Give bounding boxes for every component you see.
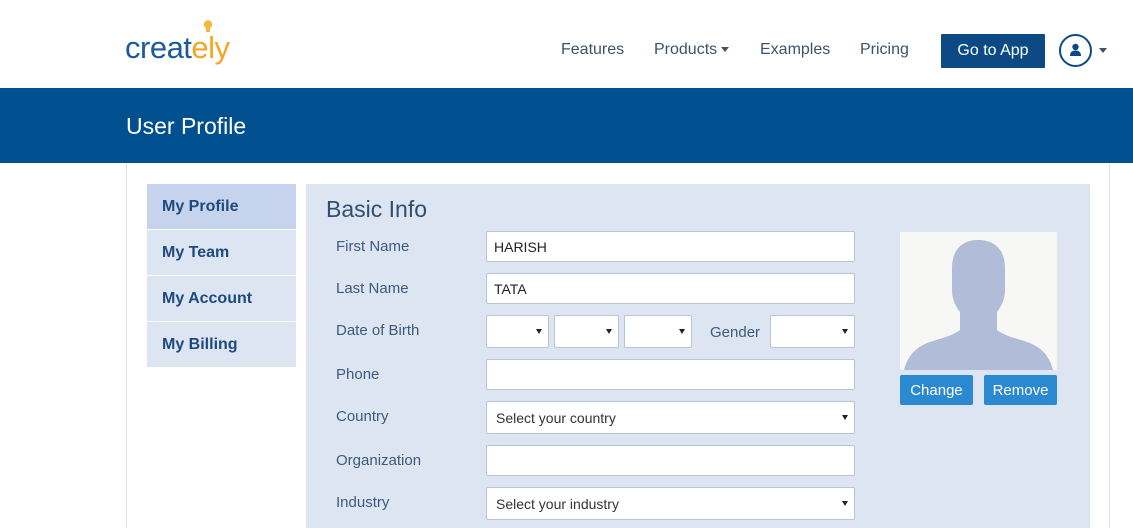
dropdown-arrow-icon — [842, 501, 848, 506]
top-navbar: creately Features Products Examples Pric… — [0, 0, 1133, 88]
first-name-label: First Name — [336, 238, 410, 255]
dob-year-select[interactable] — [624, 315, 692, 348]
country-value: Select your country — [496, 409, 616, 426]
dropdown-arrow-icon — [842, 329, 848, 334]
change-photo-button[interactable]: Change — [900, 375, 973, 405]
dob-day-select[interactable] — [486, 315, 549, 348]
nav-features-link[interactable]: Features — [561, 41, 624, 59]
country-label: Country — [336, 408, 389, 425]
user-icon — [1070, 43, 1081, 56]
phone-label: Phone — [336, 366, 380, 383]
industry-label: Industry — [336, 494, 390, 511]
lightbulb-icon — [203, 20, 213, 32]
logo-text-main: creat — [125, 30, 192, 65]
avatar-silhouette-icon — [904, 240, 1053, 370]
gender-select[interactable] — [770, 315, 855, 348]
dropdown-arrow-icon — [606, 329, 612, 334]
remove-photo-button[interactable]: Remove — [984, 375, 1057, 405]
last-name-label: Last Name — [336, 280, 409, 297]
phone-field[interactable] — [486, 359, 855, 390]
chevron-down-icon — [721, 47, 730, 52]
date-of-birth-label: Date of Birth — [336, 322, 420, 339]
last-name-field[interactable]: TATA — [486, 273, 855, 304]
country-select[interactable]: Select your country — [486, 401, 855, 434]
organization-label: Organization — [336, 452, 422, 469]
nav-products-label: Products — [654, 41, 718, 58]
section-title: Basic Info — [326, 196, 427, 222]
user-menu-chevron-icon[interactable] — [1099, 48, 1107, 53]
sidebar-item-my-account[interactable]: My Account — [147, 276, 296, 321]
nav-pricing-link[interactable]: Pricing — [860, 41, 909, 59]
page-title: User Profile — [126, 113, 247, 139]
sidebar-item-my-billing[interactable]: My Billing — [147, 322, 296, 367]
dob-month-select[interactable] — [554, 315, 619, 348]
sidebar-item-my-team[interactable]: My Team — [147, 230, 296, 275]
profile-photo — [900, 232, 1057, 370]
go-to-app-button[interactable]: Go to App — [941, 34, 1045, 68]
nav-examples-link[interactable]: Examples — [760, 41, 830, 59]
industry-select[interactable]: Select your industry — [486, 487, 855, 520]
first-name-field[interactable]: HARISH — [486, 231, 855, 262]
industry-value: Select your industry — [496, 495, 619, 512]
dropdown-arrow-icon — [842, 415, 848, 420]
nav-products-dropdown[interactable]: Products — [654, 41, 730, 59]
sidebar-item-my-profile[interactable]: My Profile — [147, 184, 296, 229]
dropdown-arrow-icon — [536, 329, 542, 334]
user-menu-button[interactable] — [1059, 34, 1092, 67]
creately-logo[interactable]: creately — [125, 30, 230, 66]
logo-text-accent: ely — [191, 30, 230, 65]
gender-label: Gender — [710, 324, 761, 341]
dropdown-arrow-icon — [679, 329, 685, 334]
organization-field[interactable] — [486, 445, 855, 476]
